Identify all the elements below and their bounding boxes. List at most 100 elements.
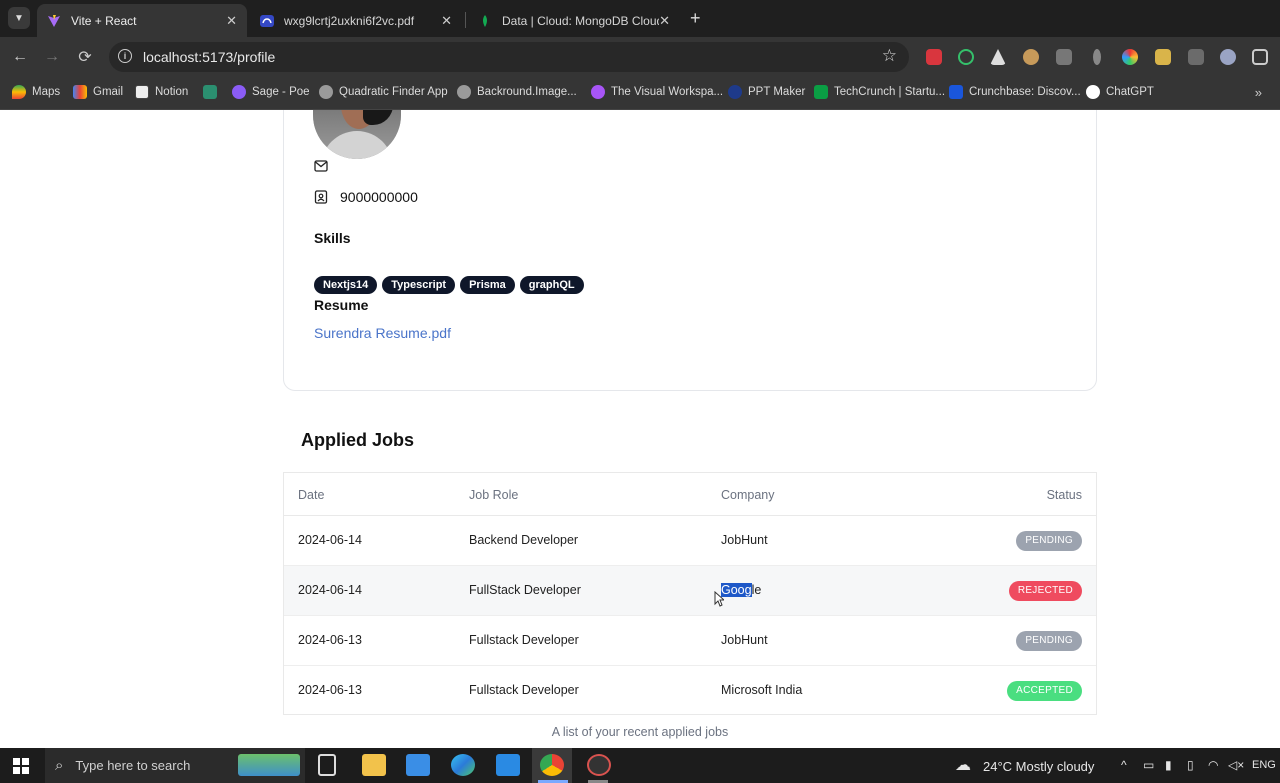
bookmark-notion[interactable]: Notion: [135, 85, 188, 99]
windows-start-icon[interactable]: [13, 758, 29, 774]
extension-icon[interactable]: [958, 49, 974, 65]
bookmark-gmail[interactable]: Gmail: [73, 85, 123, 99]
microphone-icon[interactable]: ▮: [1165, 758, 1172, 772]
table-header: Date Job Role Company Status: [284, 473, 1096, 516]
tab-title: Vite + React: [71, 13, 137, 28]
mail-app-icon[interactable]: [406, 754, 430, 776]
windows-taskbar: ⌕ Type here to search ☁ 24°C Mostly clou…: [0, 748, 1280, 783]
address-bar[interactable]: i localhost:5173/profile ☆: [109, 42, 909, 72]
maps-icon: [12, 85, 26, 99]
file-explorer-icon[interactable]: [362, 754, 386, 776]
workspace-icon: [591, 85, 605, 99]
reload-button[interactable]: ⟳: [73, 45, 97, 69]
language-indicator[interactable]: ENG: [1252, 759, 1276, 771]
search-highlight-image: [238, 754, 300, 776]
column-company: Company: [721, 488, 775, 502]
bookmark-visual-workspace[interactable]: The Visual Workspa...: [591, 85, 723, 99]
vite-icon: [47, 14, 61, 28]
vscode-icon[interactable]: [496, 754, 520, 776]
column-date: Date: [298, 488, 325, 502]
bookmark-quadratic[interactable]: Quadratic Finder App: [319, 85, 448, 99]
wifi-icon[interactable]: ◠: [1208, 758, 1218, 772]
techcrunch-icon: [814, 85, 828, 99]
gmail-icon: [73, 85, 87, 99]
table-row[interactable]: 2024-06-13 Fullstack Developer Microsoft…: [284, 666, 1096, 716]
column-job-role: Job Role: [469, 488, 519, 502]
globe-icon: [457, 85, 471, 99]
search-icon: ⌕: [55, 757, 64, 774]
back-button[interactable]: ←: [8, 45, 32, 69]
extension-icon[interactable]: [1188, 49, 1204, 65]
bookmark-maps[interactable]: Maps: [12, 85, 60, 99]
mongodb-leaf-icon: [478, 14, 492, 28]
bookmark-background-image[interactable]: Backround.Image...: [457, 85, 577, 99]
battery-icon[interactable]: ▯: [1187, 758, 1194, 772]
cell-job-role: Backend Developer: [469, 533, 579, 547]
extension-icon[interactable]: [1155, 49, 1171, 65]
resume-link[interactable]: Surendra Resume.pdf: [314, 325, 451, 341]
skill-badge: Nextjs14: [314, 276, 378, 294]
cell-date: 2024-06-13: [298, 683, 362, 697]
edge-icon[interactable]: [451, 754, 475, 776]
chrome-icon[interactable]: [540, 754, 564, 776]
bookmark-app[interactable]: [203, 85, 223, 99]
table-row[interactable]: 2024-06-14 Backend Developer JobHunt PEN…: [284, 516, 1096, 566]
selected-text: Goog: [721, 583, 752, 597]
browser-toolbar: ← → ⟳ i localhost:5173/profile ☆: [0, 37, 1280, 77]
bookmark-techcrunch[interactable]: TechCrunch | Startu...: [814, 85, 945, 99]
devtools-app-icon[interactable]: [587, 754, 611, 776]
globe-icon: [319, 85, 333, 99]
bookmark-crunchbase[interactable]: Crunchbase: Discov...: [949, 85, 1081, 99]
table-row[interactable]: 2024-06-13 Fullstack Developer JobHunt P…: [284, 616, 1096, 666]
status-badge: PENDING: [1016, 531, 1082, 551]
extension-icon[interactable]: [1122, 49, 1138, 65]
mouse-cursor-icon: [714, 591, 724, 607]
bookmark-chatgpt[interactable]: ChatGPT: [1086, 85, 1154, 99]
chevron-up-icon[interactable]: ^: [1121, 758, 1127, 772]
cell-date: 2024-06-14: [298, 533, 362, 547]
skills-heading: Skills: [314, 230, 351, 246]
cell-date: 2024-06-14: [298, 583, 362, 597]
tab-search-button[interactable]: ▼: [8, 7, 30, 29]
mail-icon: [314, 160, 328, 172]
cell-company: JobHunt: [721, 633, 768, 647]
site-info-icon[interactable]: i: [118, 49, 132, 63]
ppt-icon: [728, 85, 742, 99]
profile-card: 9000000000 Skills Nextjs14 Typescript Pr…: [283, 110, 1097, 391]
extension-icon[interactable]: [990, 49, 1006, 65]
cell-company: Microsoft India: [721, 683, 803, 697]
bookmark-sage-poe[interactable]: Sage - Poe: [232, 85, 310, 99]
weather-cloud-icon: ☁: [955, 757, 971, 774]
poe-icon: [232, 85, 246, 99]
extension-icon[interactable]: [926, 49, 942, 65]
task-view-icon[interactable]: [318, 754, 336, 776]
new-tab-button[interactable]: +: [690, 8, 701, 29]
phone-row: 9000000000: [314, 189, 418, 205]
bookmark-ppt-maker[interactable]: PPT Maker: [728, 85, 805, 99]
applied-jobs-heading: Applied Jobs: [301, 430, 415, 450]
extension-icon[interactable]: [1056, 49, 1072, 65]
close-icon[interactable]: ✕: [226, 13, 237, 29]
column-status: Status: [1046, 488, 1082, 502]
weather-text[interactable]: 24°C Mostly cloudy: [983, 759, 1094, 774]
forward-button[interactable]: →: [40, 45, 64, 69]
cell-job-role: Fullstack Developer: [469, 633, 579, 647]
app-icon: [203, 85, 217, 99]
volume-mute-icon[interactable]: ◁×: [1228, 758, 1244, 772]
tab-separator: [465, 12, 466, 28]
more-bookmarks-icon[interactable]: »: [1255, 85, 1262, 100]
table-row[interactable]: 2024-06-14 FullStack Developer Google RE…: [284, 566, 1096, 616]
close-icon[interactable]: ✕: [659, 13, 670, 29]
extension-icon[interactable]: [1220, 49, 1236, 65]
device-icon[interactable]: ▭: [1143, 758, 1154, 772]
extension-icon[interactable]: [1093, 49, 1101, 65]
tab-pdf[interactable]: wxg9lcrtj2uxkni6f2vc.pdf ✕: [250, 4, 462, 37]
cookie-icon[interactable]: [1023, 49, 1039, 65]
bookmarks-bar: Maps Gmail Notion Sage - Poe Quadratic F…: [0, 77, 1280, 110]
close-icon[interactable]: ✕: [441, 13, 452, 29]
extensions-puzzle-icon[interactable]: [1252, 49, 1268, 65]
tab-mongodb[interactable]: Data | Cloud: MongoDB Cloud ✕: [468, 4, 680, 37]
bookmark-star-icon[interactable]: ☆: [882, 46, 897, 66]
status-badge: PENDING: [1016, 631, 1082, 651]
tab-vite-react[interactable]: Vite + React ✕: [37, 4, 247, 37]
